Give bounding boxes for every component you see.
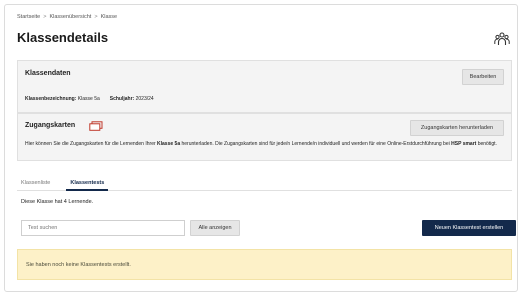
show-all-button[interactable]: Alle anzeigen xyxy=(190,220,240,236)
class-name-field: Klassenbezeichnung: Klasse 5a xyxy=(25,96,100,102)
desc-part: herunterladen. Die Zugangskarten sind fü… xyxy=(180,141,452,147)
group-icon xyxy=(494,32,510,45)
desc-part: benötigt. xyxy=(476,141,497,147)
breadcrumb-home[interactable]: Startseite xyxy=(17,14,40,20)
access-cards-card: Zugangskarten Zugangskarten herunterlade… xyxy=(17,113,512,161)
breadcrumb-current: Klasse xyxy=(100,14,118,20)
access-cards-description: Hier können Sie die Zugangskarten für di… xyxy=(25,141,505,149)
page-title: Klassendetails xyxy=(17,30,109,45)
access-cards-title: Zugangskarten xyxy=(25,122,76,129)
class-data-title: Klassendaten xyxy=(25,70,71,77)
class-name-label: Klassenbezeichnung: xyxy=(25,96,77,102)
breadcrumb-separator: > xyxy=(43,14,47,20)
search-input[interactable] xyxy=(21,220,185,236)
class-data-card: Klassendaten Bearbeiten Klassenbezeichnu… xyxy=(17,60,512,113)
tab-class-tests[interactable]: Klassentests xyxy=(66,177,109,191)
breadcrumb-class-overview[interactable]: Klassenübersicht xyxy=(49,14,91,20)
card-icon xyxy=(89,121,103,131)
breadcrumb-separator: > xyxy=(94,14,98,20)
desc-part: Hier können Sie die Zugangskarten für di… xyxy=(25,141,158,147)
new-class-test-button[interactable]: Neuen Klassentest erstellen xyxy=(422,220,516,236)
learners-count-text: Diese Klasse hat 4 Lernende. xyxy=(21,199,94,205)
breadcrumb: Startseite > Klassenübersicht > Klasse xyxy=(17,14,117,20)
school-year-value: 2023/24 xyxy=(135,96,154,102)
tab-class-list[interactable]: Klassenliste xyxy=(17,177,54,191)
class-name-value: Klasse 5a xyxy=(77,96,100,102)
school-year-label: Schuljahr: xyxy=(109,96,135,102)
tab-bar: Klassenliste Klassentests xyxy=(17,177,512,191)
edit-button[interactable]: Bearbeiten xyxy=(462,69,504,85)
no-tests-alert: Sie haben noch keine Klassentests erstel… xyxy=(17,249,512,280)
desc-brand: HSP smart xyxy=(451,141,477,147)
school-year-field: Schuljahr: 2023/24 xyxy=(110,96,154,102)
desc-class: Klasse 5a xyxy=(157,141,181,147)
download-access-cards-button[interactable]: Zugangskarten herunterladen xyxy=(410,120,504,136)
class-meta: Klassenbezeichnung: Klasse 5a Schuljahr:… xyxy=(25,96,154,102)
